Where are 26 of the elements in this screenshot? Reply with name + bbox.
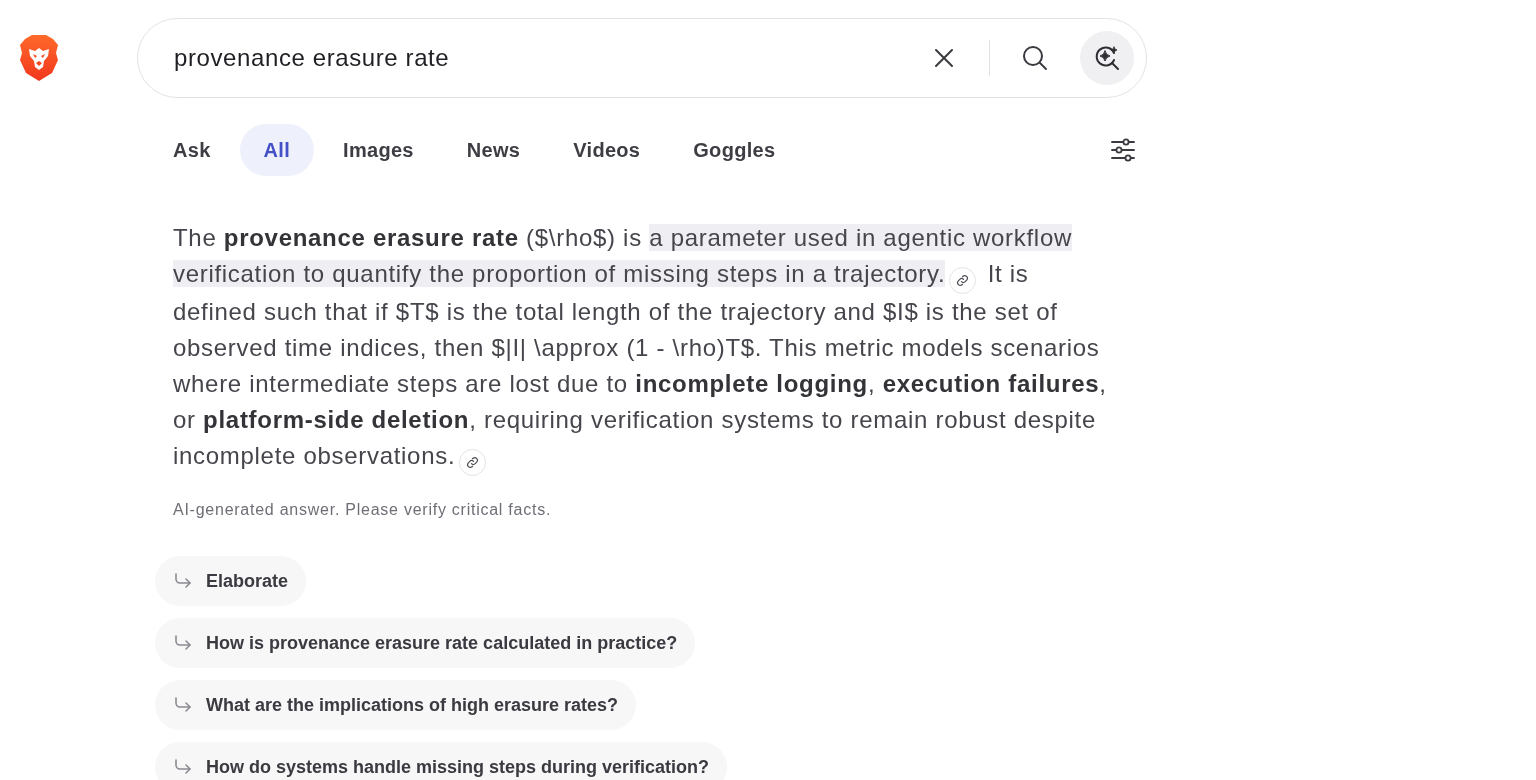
search-tab[interactable]: Images [319, 124, 438, 176]
link-icon[interactable] [459, 449, 487, 476]
curved-arrow-icon [174, 573, 192, 589]
search-tab[interactable]: News [442, 124, 545, 176]
settings-sliders-icon [1111, 138, 1135, 162]
curved-arrow-icon [174, 697, 192, 713]
search-tab[interactable]: Videos [549, 124, 665, 176]
close-icon [934, 48, 954, 68]
search-field[interactable]: provenance erasure rate [174, 36, 922, 80]
follow-up-question[interactable]: What are the implications of high erasure rates? [155, 680, 637, 730]
search-tab[interactable]: Ask [149, 124, 235, 176]
curved-arrow-icon [174, 635, 192, 651]
disclaimer-text: AI-generated answer. Please verify critical facts. [173, 500, 553, 520]
link-icon[interactable] [949, 267, 977, 294]
settings-button[interactable] [1111, 137, 1135, 163]
lion-head-logo[interactable] [18, 34, 60, 82]
curved-arrow-icon [174, 759, 192, 775]
sparkle-search-icon [1094, 45, 1120, 71]
search-icon [1022, 45, 1048, 71]
follow-up-question[interactable]: How do systems handle missing steps during verification? [155, 742, 728, 780]
search-tab[interactable]: All [239, 124, 315, 176]
ai-search-button[interactable] [1080, 31, 1134, 85]
follow-up-question[interactable]: Elaborate [155, 556, 307, 606]
search-tab[interactable]: Goggles [669, 124, 800, 176]
follow-up-question[interactable]: How is provenance erasure rate calculated in practice? [155, 618, 696, 668]
answer-paragraph: The provenance erasure rate ($\rho$) is a parameter used in agentic workflow verification to quantify the proportion of missing steps in a trajectory. It is defined such that if $T$ is the total length of the trajectory and $I$ is the set of observed time indices, then $|I| \approx (1 - \rho)T$. This metric models scenarios where intermediate steps are lost due to incomplete logging, execution failures, or platform-side deletion, requiring verification systems to remain robust despite incomplete observations. [173, 220, 1111, 476]
